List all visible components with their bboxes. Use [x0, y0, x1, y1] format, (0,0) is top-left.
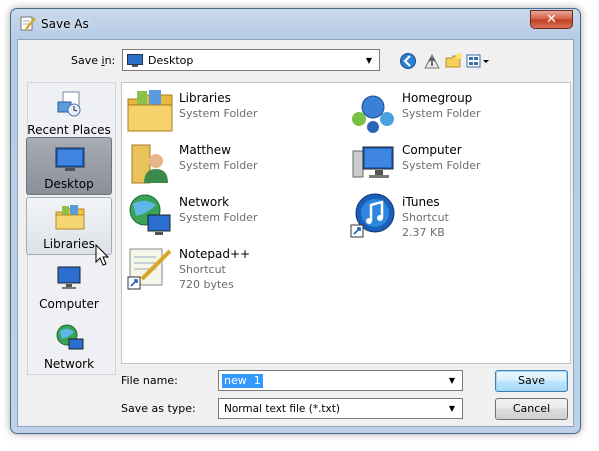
close-button[interactable]: ✕ [530, 10, 573, 29]
notepad-app-icon [20, 16, 36, 31]
file-item-notepad-plus-plus[interactable]: Notepad++ Shortcut 720 bytes [126, 243, 346, 295]
place-label: Desktop [44, 177, 94, 191]
title-bar[interactable]: Save As ✕ [11, 9, 580, 39]
place-label: Computer [39, 297, 99, 311]
place-label: Recent Places [27, 123, 111, 137]
file-name: Homegroup [402, 91, 473, 105]
new-folder-icon[interactable] [444, 51, 464, 71]
up-folder-icon[interactable] [422, 51, 442, 71]
computer-icon [57, 266, 81, 289]
file-name: Libraries [179, 91, 231, 105]
views-menu-icon[interactable] [465, 51, 491, 71]
file-item-computer[interactable]: Computer System Folder [349, 139, 569, 191]
dialog-body: Save in: Desktop ▼ Recent Places Desktop… [17, 39, 574, 427]
chevron-down-icon[interactable]: ▼ [362, 50, 376, 70]
file-type: System Folder [179, 159, 258, 172]
file-name: Matthew [179, 143, 231, 157]
notepad-plus-plus-icon [127, 248, 172, 290]
file-name: Computer [402, 143, 462, 157]
chevron-down-icon[interactable]: ▼ [445, 399, 459, 418]
save-in-label-prefix: Save [71, 54, 102, 67]
cancel-button[interactable]: Cancel [495, 398, 568, 420]
file-type: Shortcut [179, 263, 226, 276]
file-name: Notepad++ [179, 247, 251, 261]
save-in-label-suffix: n: [104, 54, 116, 67]
file-type: System Folder [179, 211, 258, 224]
file-name-value[interactable]: new 1 [222, 374, 263, 388]
save-as-type-dropdown[interactable]: Normal text file (*.txt) ▼ [218, 398, 463, 419]
user-folder-icon [131, 144, 168, 184]
file-item-matthew[interactable]: Matthew System Folder [126, 139, 346, 191]
place-label: Network [43, 357, 95, 371]
file-size: 720 bytes [179, 278, 234, 291]
save-in-dropdown[interactable]: Desktop ▼ [122, 49, 380, 71]
file-type: System Folder [179, 107, 258, 120]
place-desktop[interactable]: Desktop [26, 137, 112, 195]
file-type: System Folder [402, 159, 481, 172]
file-name-input[interactable]: new 1 ▼ [218, 370, 463, 391]
close-icon: ✕ [546, 12, 557, 27]
file-type: Shortcut [402, 211, 449, 224]
file-name: Network [179, 195, 230, 209]
window-title: Save As [41, 17, 89, 31]
file-list[interactable]: Libraries System Folder Homegroup System… [121, 82, 571, 364]
save-button[interactable]: Save [495, 370, 568, 392]
back-icon[interactable] [398, 51, 418, 71]
save-as-type-label: Save as type: [121, 402, 196, 415]
save-in-value: Desktop [148, 54, 194, 67]
desktop-icon [55, 147, 85, 171]
file-name: iTunes [402, 195, 440, 209]
file-item-itunes[interactable]: iTunes Shortcut 2.37 KB [349, 191, 569, 243]
file-type: System Folder [402, 107, 481, 120]
file-size: 2.37 KB [402, 226, 445, 239]
save-as-dialog: Save As ✕ Save in: Desktop ▼ Recent Plac… [10, 8, 581, 434]
chevron-down-icon[interactable]: ▼ [445, 371, 459, 390]
libraries-icon [127, 90, 173, 132]
desktop-icon [127, 54, 143, 67]
mouse-cursor-icon [95, 244, 110, 266]
file-item-libraries[interactable]: Libraries System Folder [126, 87, 346, 139]
recent-places-icon [57, 91, 81, 117]
file-item-homegroup[interactable]: Homegroup System Folder [349, 87, 569, 139]
save-as-type-value: Normal text file (*.txt) [224, 403, 340, 415]
save-in-label: Save in: [71, 54, 115, 67]
computer-icon [352, 146, 394, 178]
place-recent-places[interactable]: Recent Places [26, 83, 112, 141]
file-item-network[interactable]: Network System Folder [126, 191, 346, 243]
places-bar: Recent Places Desktop Libraries Computer… [26, 82, 116, 375]
network-icon [129, 194, 171, 235]
network-icon [56, 324, 84, 350]
libraries-icon [55, 205, 85, 230]
itunes-icon [350, 193, 395, 238]
homegroup-icon [352, 95, 394, 133]
place-network[interactable]: Network [26, 317, 112, 375]
file-name-label: File name: [121, 374, 178, 387]
